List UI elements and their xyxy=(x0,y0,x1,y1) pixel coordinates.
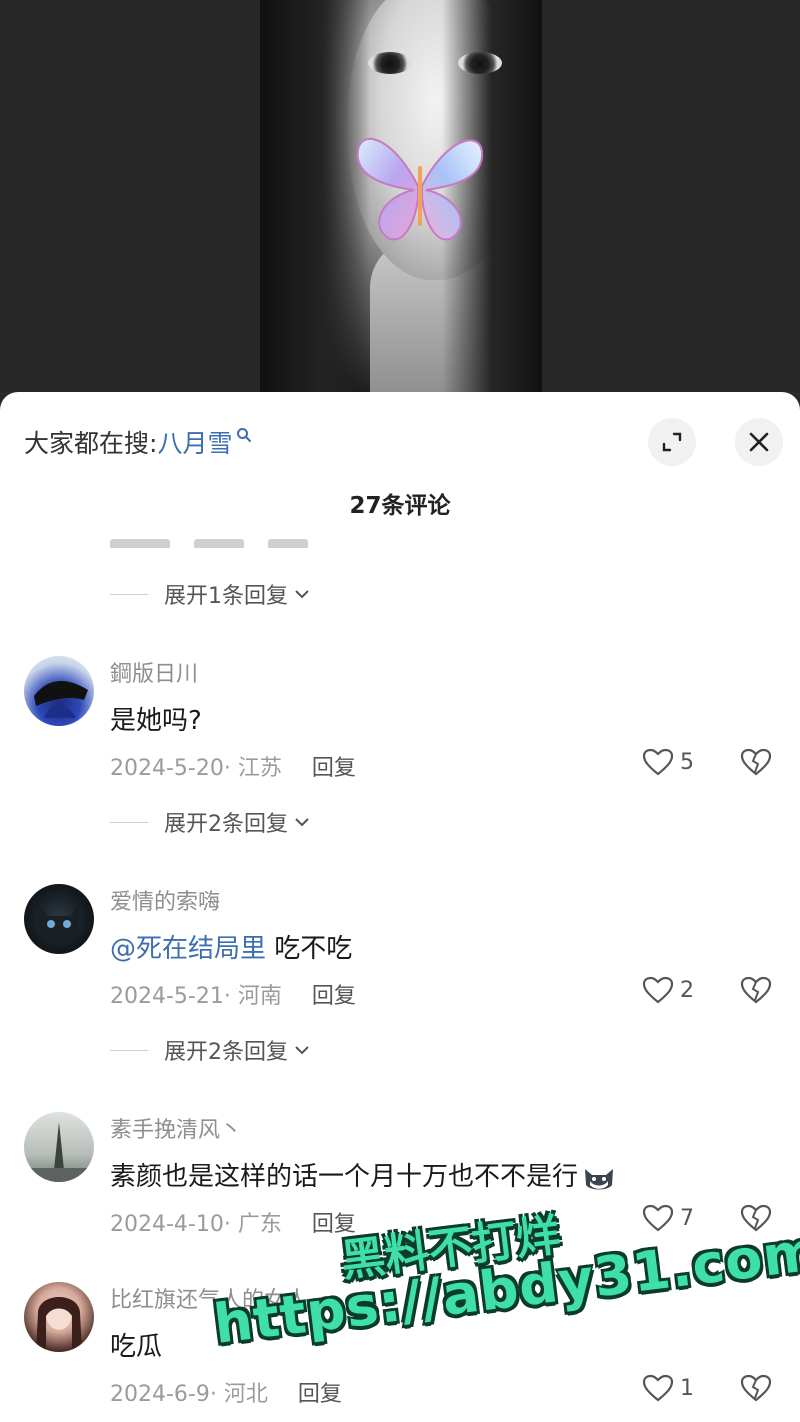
comment-username[interactable]: 素手挽清风丶 xyxy=(110,1112,242,1144)
reply-button[interactable]: 回复 xyxy=(312,978,356,1010)
avatar[interactable] xyxy=(24,884,94,954)
comment-text: 是她吗? xyxy=(110,700,202,737)
reply-button[interactable]: 回复 xyxy=(298,1376,342,1408)
trending-search-prefix: 大家都在搜: xyxy=(24,429,158,458)
video-frame xyxy=(260,0,542,392)
comment-body: 是她吗? xyxy=(110,706,202,736)
expand-replies-label: 展开2条回复 xyxy=(164,1040,288,1065)
divider-line xyxy=(110,821,148,823)
expand-replies-label: 展开2条回复 xyxy=(164,812,288,837)
video-player[interactable] xyxy=(0,0,800,392)
like-button[interactable]: 2 xyxy=(642,976,694,1004)
broken-heart-icon xyxy=(740,1204,772,1232)
reply-button[interactable]: 回复 xyxy=(312,750,356,782)
expand-button[interactable] xyxy=(648,418,696,466)
trending-search-term[interactable]: 八月雪 xyxy=(157,424,232,460)
comment-date-location: 2024-5-20· 江苏 xyxy=(110,756,282,781)
dislike-button[interactable] xyxy=(740,976,772,1008)
like-button[interactable]: 5 xyxy=(642,748,694,776)
comment-meta: 2024-5-20· 江苏 回复 xyxy=(110,750,356,782)
comments-count-title: 27条评论 xyxy=(349,493,451,519)
comment-username[interactable]: 爱情的索嗨 xyxy=(110,884,220,916)
expand-replies-label: 展开1条回复 xyxy=(164,584,288,609)
avatar-cat-icon xyxy=(38,904,80,942)
comment-text: @死在结局里 吃不吃 xyxy=(110,928,352,965)
avatar-figure-icon xyxy=(34,680,88,718)
divider-line xyxy=(110,1049,148,1051)
video-figure-eye-left xyxy=(368,52,412,74)
like-count: 1 xyxy=(680,1375,694,1401)
expand-replies-button[interactable]: 展开2条回复 xyxy=(110,1034,310,1066)
user-mention-link[interactable]: @死在结局里 xyxy=(110,934,266,964)
comment-body: 素颜也是这样的话一个月十万也不不是行 xyxy=(110,1162,579,1192)
comment-meta: 2024-4-10· 广东 回复 xyxy=(110,1206,356,1238)
close-icon xyxy=(749,432,769,452)
like-count: 5 xyxy=(680,749,694,775)
scrolled-off-meta-row xyxy=(110,534,800,548)
heart-icon xyxy=(642,748,674,776)
avatar[interactable] xyxy=(24,1112,94,1182)
avatar[interactable] xyxy=(24,656,94,726)
like-count: 2 xyxy=(680,977,694,1003)
trending-search[interactable]: 大家都在搜: 八月雪 xyxy=(24,420,252,464)
chevron-down-icon xyxy=(295,1046,309,1055)
comment-date-location: 2024-5-21· 河南 xyxy=(110,984,282,1009)
like-count: 7 xyxy=(680,1205,694,1231)
butterfly-sticker-icon xyxy=(356,137,484,241)
dislike-button[interactable] xyxy=(740,748,772,780)
like-button[interactable]: 1 xyxy=(642,1374,694,1402)
broken-heart-icon xyxy=(740,748,772,776)
comment-username[interactable]: 比红旗还气人的女人 xyxy=(110,1282,308,1314)
avatar-portrait-icon xyxy=(36,1297,82,1352)
dislike-button[interactable] xyxy=(740,1204,772,1236)
video-figure-eye-right xyxy=(458,52,502,74)
expand-replies-button[interactable]: 展开2条回复 xyxy=(110,806,310,838)
comment-text: 素颜也是这样的话一个月十万也不不是行 xyxy=(110,1156,616,1193)
comment-username[interactable]: 鋼版日川 xyxy=(110,656,198,688)
comment-text: 吃瓜 xyxy=(110,1326,162,1363)
cat-emoji-icon xyxy=(585,1168,614,1189)
comment-body: 吃不吃 xyxy=(266,934,353,964)
broken-heart-icon xyxy=(740,1374,772,1402)
expand-replies-button[interactable]: 展开1条回复 xyxy=(110,578,310,610)
comment-date-location: 2024-4-10· 广东 xyxy=(110,1212,282,1237)
avatar-tower-icon xyxy=(24,1122,94,1182)
search-icon[interactable] xyxy=(236,427,252,443)
divider-line xyxy=(110,593,148,595)
comment-date-location: 2024-6-9· 河北 xyxy=(110,1382,268,1407)
reply-button[interactable]: 回复 xyxy=(312,1206,356,1238)
heart-icon xyxy=(642,976,674,1004)
like-button[interactable]: 7 xyxy=(642,1204,694,1232)
comment-meta: 2024-5-21· 河南 回复 xyxy=(110,978,356,1010)
chevron-down-icon xyxy=(295,818,309,827)
heart-icon xyxy=(642,1204,674,1232)
comments-panel: 大家都在搜: 八月雪 27条评论 展开1条回复 鋼版日川 是她吗? 2024-5… xyxy=(0,392,800,1422)
comment-body: 吃瓜 xyxy=(110,1332,163,1362)
heart-icon xyxy=(642,1374,674,1402)
expand-icon xyxy=(662,432,682,452)
dislike-button[interactable] xyxy=(740,1374,772,1406)
close-button[interactable] xyxy=(735,418,783,466)
avatar[interactable] xyxy=(24,1282,94,1352)
broken-heart-icon xyxy=(740,976,772,1004)
chevron-down-icon xyxy=(295,590,309,599)
comment-meta: 2024-6-9· 河北 回复 xyxy=(110,1376,342,1408)
